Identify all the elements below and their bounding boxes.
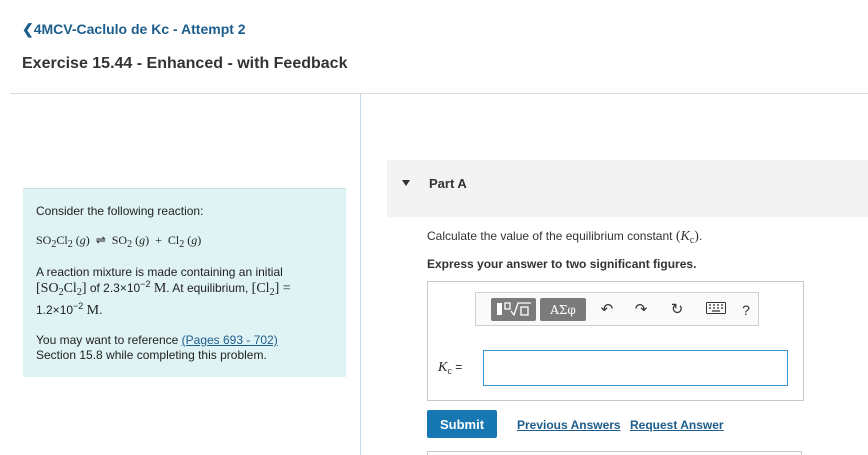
equilibrium-value: 1.2×10−2 M. <box>36 301 103 319</box>
answer-area: ΑΣφ ↶ ↷ ↻ ? Kc = <box>427 281 804 401</box>
reaction-equation: SO2Cl2 (g) ⇌ SO2 (g) + Cl2 (g) <box>36 233 202 250</box>
product-formula: Cl2 <box>167 233 185 250</box>
caret-down-icon[interactable] <box>402 180 410 186</box>
product-formula: SO2 <box>111 233 133 250</box>
assignment-title: 4MCV-Caclulo de Kc - Attempt 2 <box>33 21 246 37</box>
reference-link[interactable]: (Pages 693 - 702) <box>182 333 278 347</box>
initial-condition: [SO2Cl2] of 2.3×10−2 M. At equilibrium, … <box>36 279 291 298</box>
reset-icon[interactable]: ↻ <box>668 301 686 319</box>
equilibrium-species-formula: Cl2 <box>256 281 275 298</box>
previous-answers-link[interactable]: Previous Answers <box>517 418 621 432</box>
part-label: Part A <box>429 176 467 191</box>
redo-icon[interactable]: ↷ <box>632 301 650 319</box>
greek-symbols-button[interactable]: ΑΣφ <box>540 298 586 321</box>
mixture-text: A reaction mixture is made containing an… <box>36 265 283 279</box>
reactant-formula: SO2Cl2 <box>36 233 73 250</box>
help-icon[interactable]: ? <box>739 301 753 319</box>
question-text: Calculate the value of the equilibrium c… <box>427 229 703 246</box>
exercise-title: Exercise 15.44 - Enhanced - with Feedbac… <box>22 55 348 72</box>
answer-input[interactable] <box>483 350 788 386</box>
divider <box>10 93 868 94</box>
reference-text: You may want to reference (Pages 693 - 7… <box>36 333 278 347</box>
problem-statement: Consider the following reaction: SO2Cl2 … <box>23 188 346 377</box>
radical-template-icon[interactable] <box>491 298 536 321</box>
math-toolbar: ΑΣφ ↶ ↷ ↻ ? <box>475 292 759 326</box>
chevron-left-icon: ❮ <box>22 21 34 37</box>
column-divider <box>360 94 361 455</box>
initial-species-formula: SO2Cl2 <box>40 281 82 298</box>
keyboard-icon[interactable] <box>705 301 727 319</box>
request-answer-link[interactable]: Request Answer <box>630 418 724 432</box>
kc-label: Kc = <box>438 360 463 377</box>
problem-intro: Consider the following reaction: <box>36 204 204 218</box>
undo-icon[interactable]: ↶ <box>598 301 616 319</box>
next-section-edge <box>427 451 802 455</box>
reference-section: Section 15.8 while completing this probl… <box>36 348 267 362</box>
answer-instruction: Express your answer to two significant f… <box>427 257 697 271</box>
back-link[interactable]: ❮4MCV-Caclulo de Kc - Attempt 2 <box>22 21 246 38</box>
submit-button[interactable]: Submit <box>427 410 497 438</box>
